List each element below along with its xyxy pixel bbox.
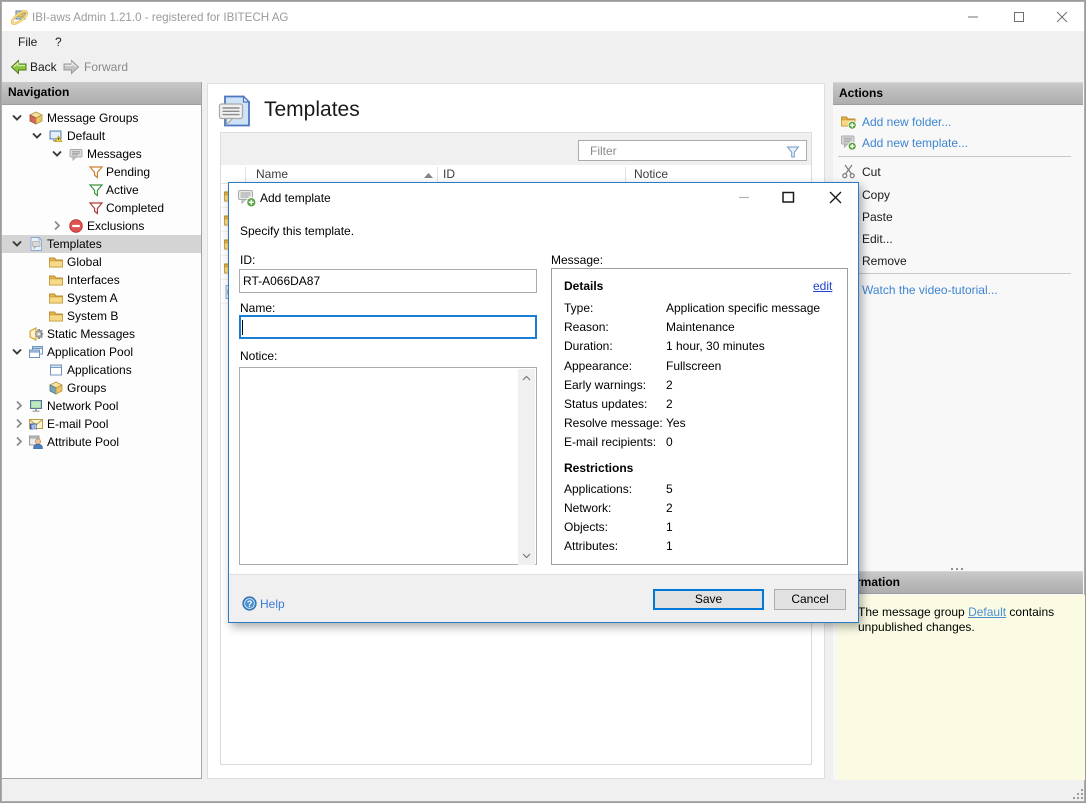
svg-text:?: ? <box>247 599 253 609</box>
svg-text:@: @ <box>32 424 38 430</box>
